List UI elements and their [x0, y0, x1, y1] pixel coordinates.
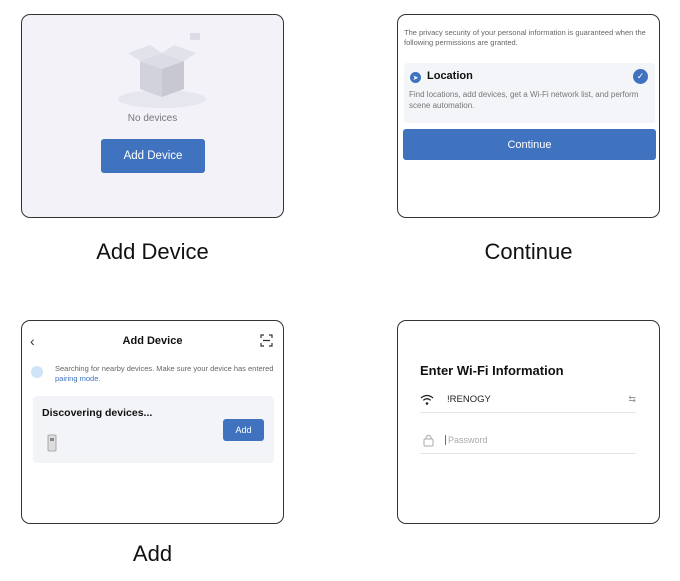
privacy-text: The privacy security of your personal in…	[404, 28, 646, 47]
permission-title: Location	[427, 70, 473, 82]
empty-box-icon	[118, 33, 206, 108]
pairing-mode-link[interactable]: pairing mode	[55, 374, 98, 383]
permission-description: Find locations, add devices, get a Wi-Fi…	[409, 90, 639, 110]
add-device-button[interactable]: Add Device	[101, 139, 205, 173]
add-button[interactable]: Add	[223, 419, 264, 441]
scan-icon[interactable]	[260, 334, 273, 347]
discovering-text: Discovering devices...	[42, 407, 153, 419]
location-permission-card[interactable]: ➤ Location ✓ Find locations, add devices…	[404, 63, 655, 123]
location-icon: ➤	[410, 72, 421, 83]
discovering-card: Discovering devices... Add	[33, 396, 274, 463]
caption-continue: Continue	[484, 239, 573, 264]
caption-add-device: Add Device	[96, 239, 209, 264]
lock-icon	[423, 434, 434, 447]
page-title: Add Device	[122, 335, 183, 347]
discovering-screen: ‹ Add Device Searching for nearby device…	[21, 320, 284, 524]
password-input[interactable]: Password	[445, 435, 488, 445]
wifi-screen: Enter Wi-Fi Information !RENOGY ⇆ Passwo…	[397, 320, 660, 524]
password-field[interactable]: Password	[420, 431, 636, 454]
search-info: Searching for nearby devices. Make sure …	[55, 364, 274, 383]
ssid-value: !RENOGY	[447, 394, 491, 405]
continue-button[interactable]: Continue	[403, 129, 656, 160]
no-devices-text: No devices	[127, 113, 178, 124]
page-title: Enter Wi-Fi Information	[420, 363, 564, 378]
permission-screen: The privacy security of your personal in…	[397, 14, 660, 218]
caption-add: Add	[132, 541, 173, 566]
checkmark-icon[interactable]: ✓	[633, 69, 648, 84]
wifi-icon	[420, 394, 434, 405]
device-icon	[47, 434, 57, 452]
switch-network-icon[interactable]: ⇆	[628, 394, 636, 405]
bluetooth-icon	[31, 366, 43, 378]
no-devices-screen: No devices Add Device	[21, 14, 284, 218]
wifi-ssid-field[interactable]: !RENOGY ⇆	[420, 390, 636, 413]
